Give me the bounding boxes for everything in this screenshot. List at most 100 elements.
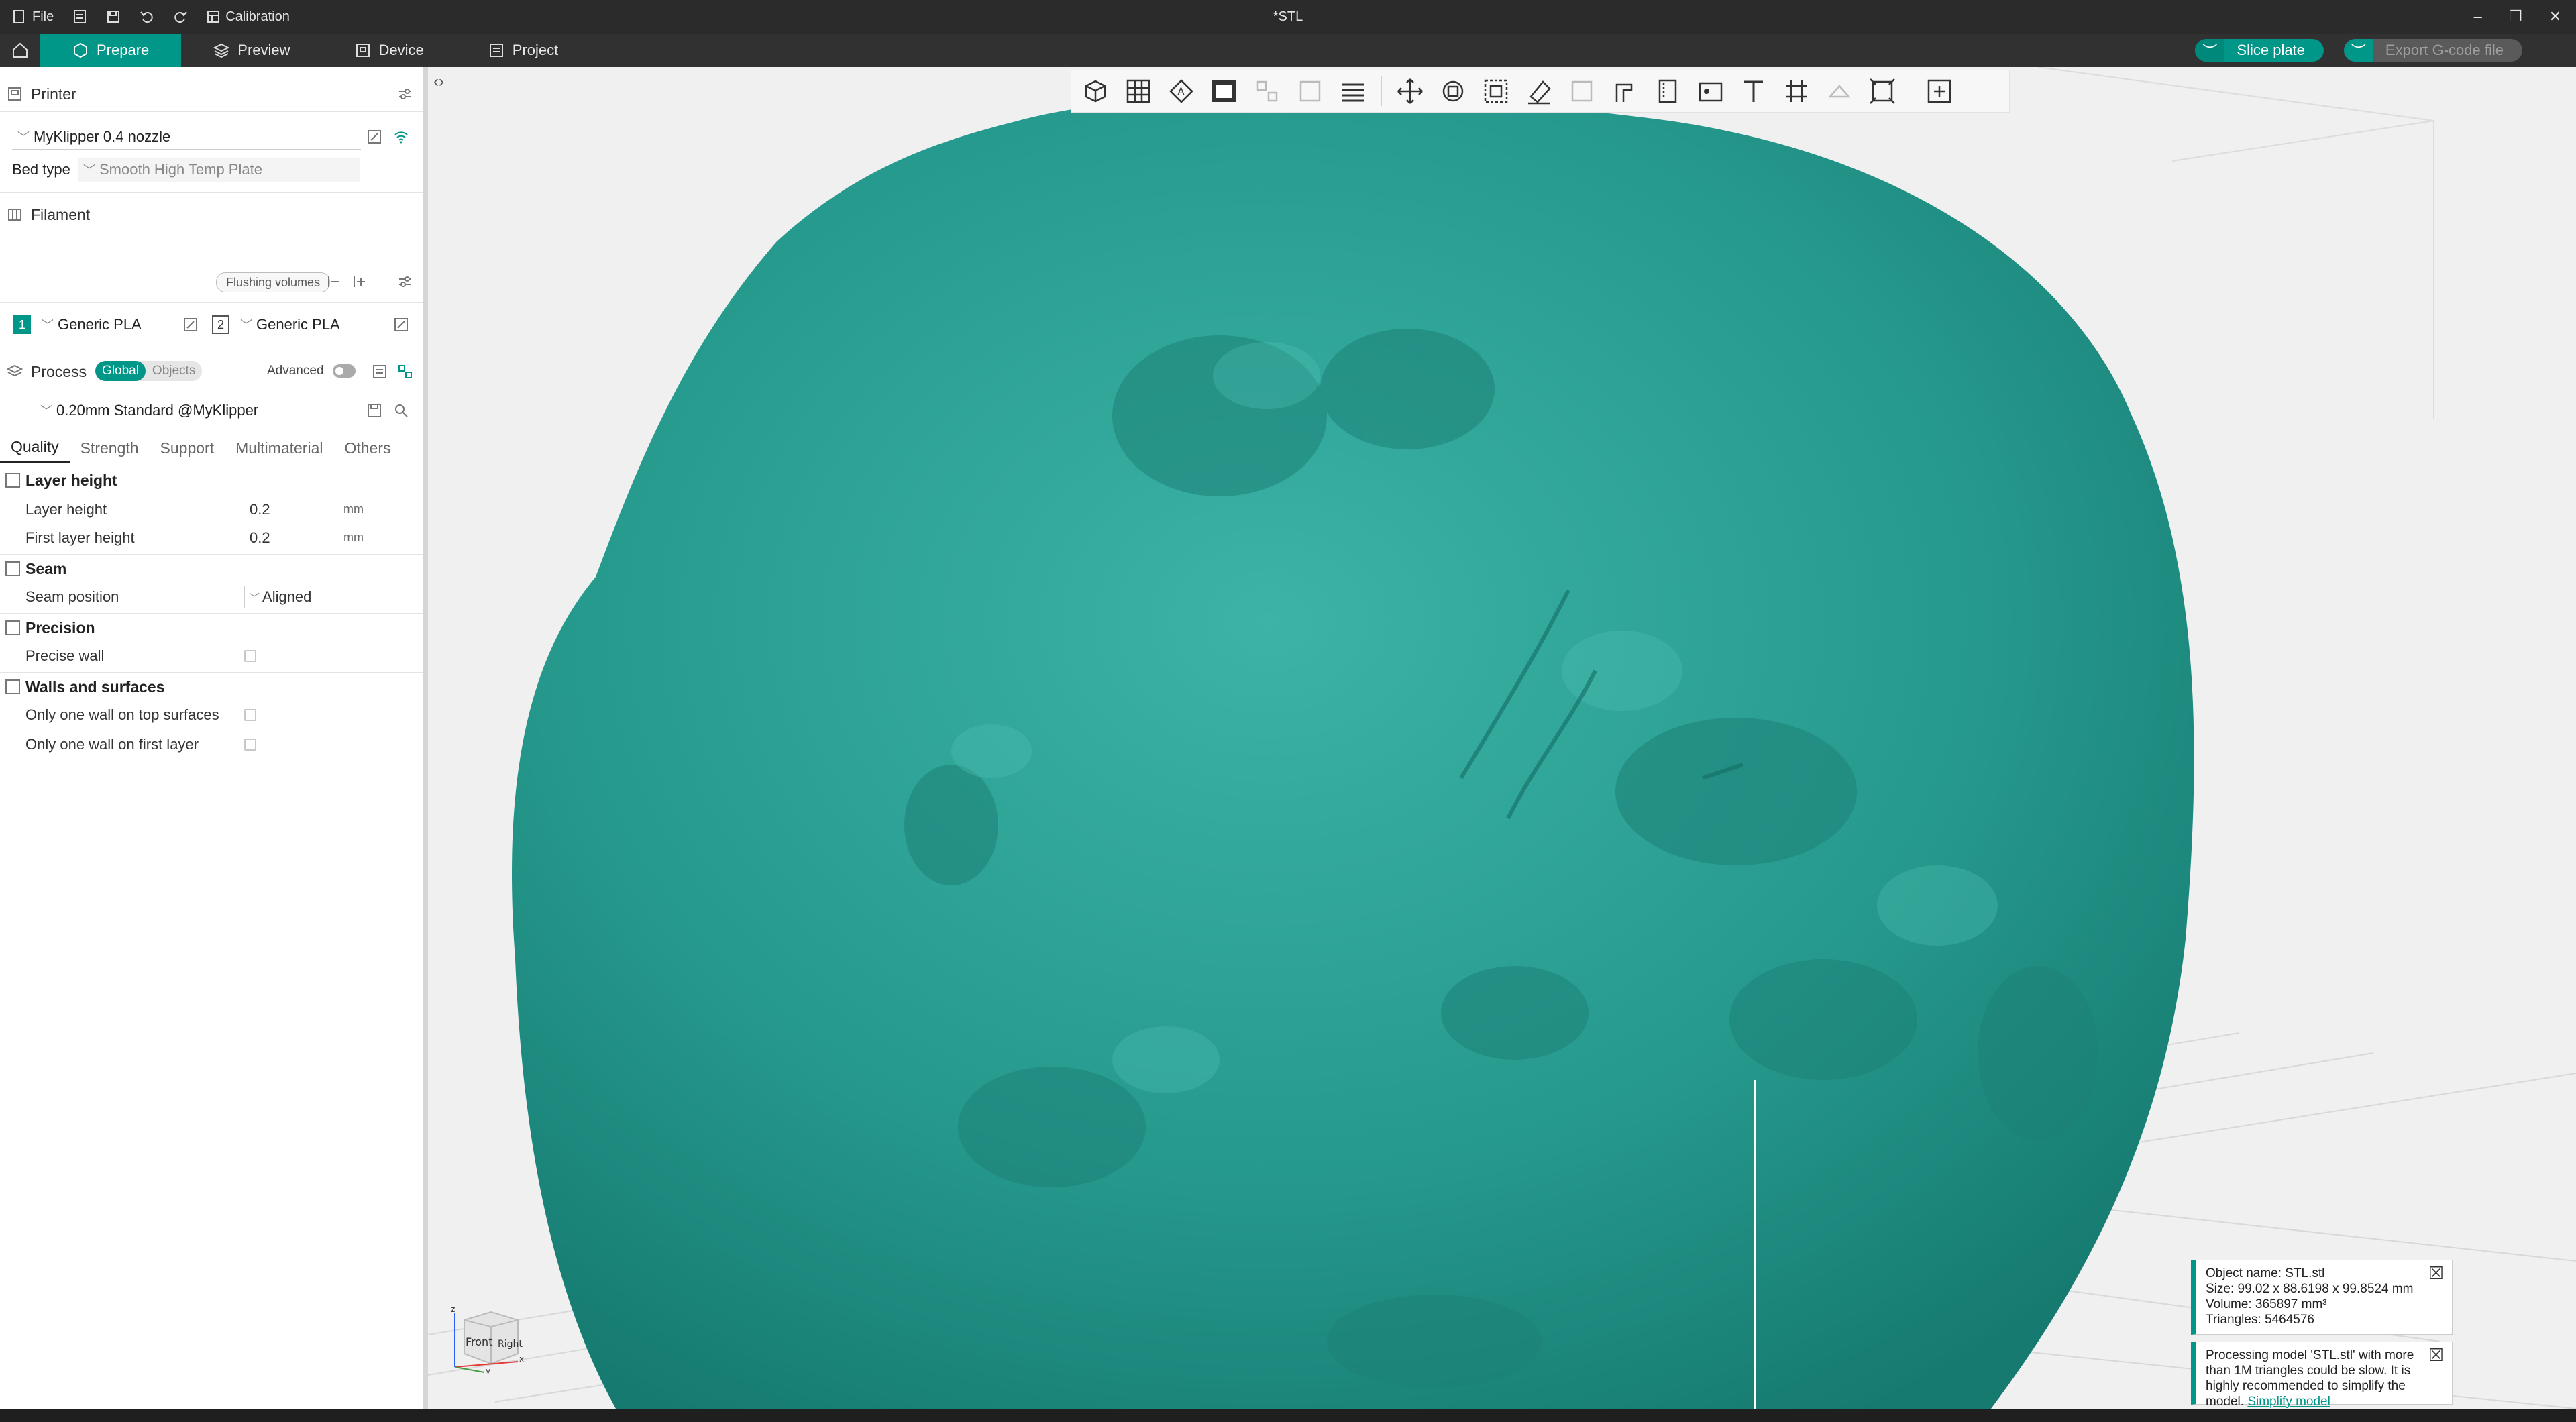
process-scope-toggle[interactable]: Global Objects bbox=[95, 361, 203, 381]
filament-slot-1-badge[interactable]: 1 bbox=[13, 315, 31, 334]
color-paint-icon[interactable] bbox=[1696, 76, 1725, 106]
layer-height-value: 0.2 bbox=[250, 500, 270, 518]
collapse-sidebar-icon[interactable]: ‹› bbox=[433, 72, 453, 93]
seam-position-row: Seam position ﹀ Aligned bbox=[25, 584, 401, 610]
filament-slot-1-select[interactable]: ﹀ Generic PLA bbox=[36, 313, 176, 337]
filament-slot-2-badge[interactable]: 2 bbox=[212, 315, 229, 334]
home-button[interactable] bbox=[0, 34, 40, 67]
export-dropdown-icon[interactable]: ︶ bbox=[2343, 39, 2373, 62]
remove-filament-icon[interactable] bbox=[326, 274, 342, 290]
add-filament-icon[interactable] bbox=[352, 274, 368, 290]
printer-icon bbox=[8, 87, 21, 101]
seam-position-select[interactable]: ﹀ Aligned bbox=[244, 586, 366, 608]
move-icon[interactable] bbox=[1395, 76, 1425, 106]
printer-settings-icon[interactable] bbox=[397, 86, 413, 102]
layer-height-group: Layer height bbox=[0, 467, 117, 494]
slice-plate-button[interactable]: ︶ Slice plate bbox=[2195, 39, 2324, 62]
object-name-text: Object name: STL.stl bbox=[2206, 1266, 2325, 1280]
restore-icon[interactable]: ❐ bbox=[2509, 8, 2522, 25]
new-file-icon[interactable] bbox=[72, 9, 87, 24]
text-icon[interactable] bbox=[1739, 76, 1768, 106]
minimize-icon[interactable]: – bbox=[2474, 8, 2482, 25]
filament-slot-2-select[interactable]: ﹀ Generic PLA bbox=[235, 313, 388, 337]
save-icon[interactable] bbox=[106, 9, 121, 24]
global-option[interactable]: Global bbox=[95, 361, 146, 381]
scale-icon[interactable] bbox=[1481, 76, 1511, 106]
search-icon[interactable] bbox=[393, 402, 409, 419]
tab-device[interactable]: Device bbox=[323, 34, 456, 67]
tab-multimaterial[interactable]: Multimaterial bbox=[225, 435, 333, 461]
one-wall-top-checkbox[interactable] bbox=[244, 709, 256, 721]
tab-others[interactable]: Others bbox=[333, 435, 401, 461]
precision-icon bbox=[5, 620, 20, 635]
process-profile-select[interactable]: ﹀ 0.20mm Standard @MyKlipper bbox=[35, 398, 357, 423]
support-paint-icon[interactable] bbox=[1610, 76, 1640, 106]
process-compare-icon[interactable] bbox=[397, 364, 413, 380]
3d-toolbar: A bbox=[1071, 70, 2010, 113]
split-parts-icon[interactable] bbox=[1295, 76, 1325, 106]
layer-height-unit: mm bbox=[343, 502, 364, 516]
wifi-icon[interactable] bbox=[393, 129, 409, 145]
printer-select[interactable]: ﹀ MyKlipper 0.4 nozzle bbox=[12, 125, 361, 150]
tab-support[interactable]: Support bbox=[150, 435, 225, 461]
save-profile-icon[interactable] bbox=[366, 402, 382, 419]
process-list-icon[interactable] bbox=[372, 364, 388, 380]
first-layer-height-input[interactable]: 0.2 mm bbox=[247, 527, 368, 549]
rotate-icon[interactable] bbox=[1438, 76, 1468, 106]
precise-wall-checkbox[interactable] bbox=[244, 650, 256, 662]
bed-type-select[interactable]: ﹀ Smooth High Temp Plate bbox=[78, 158, 360, 182]
fit-view-icon[interactable] bbox=[1868, 76, 1897, 106]
view-options-icon[interactable] bbox=[1925, 76, 1954, 106]
arrange-grid-icon[interactable] bbox=[1124, 76, 1153, 106]
edit-filament-1-icon[interactable] bbox=[182, 317, 199, 333]
tab-prepare-label: Prepare bbox=[97, 42, 150, 58]
tab-preview[interactable]: Preview bbox=[181, 34, 322, 67]
layer-height-input[interactable]: 0.2 mm bbox=[247, 499, 368, 521]
split-objects-icon[interactable] bbox=[1252, 76, 1282, 106]
home-icon bbox=[13, 42, 28, 58]
first-layer-height-value: 0.2 bbox=[250, 529, 270, 546]
calibration-menu[interactable]: Calibration bbox=[207, 9, 290, 25]
stl-model bbox=[512, 95, 2194, 1409]
close-window-icon[interactable]: ✕ bbox=[2549, 8, 2561, 25]
redo-icon[interactable] bbox=[173, 9, 188, 24]
tab-quality[interactable]: Quality bbox=[0, 434, 70, 463]
advanced-label: Advanced bbox=[267, 364, 324, 378]
chevron-down-icon: ﹀ bbox=[83, 164, 95, 177]
objects-option[interactable]: Objects bbox=[146, 364, 202, 378]
export-gcode-button[interactable]: ︶ Export G-code file bbox=[2343, 39, 2522, 62]
layers-icon[interactable] bbox=[1338, 76, 1368, 106]
lay-on-face-icon[interactable] bbox=[1524, 76, 1554, 106]
slice-plate-label: Slice plate bbox=[2237, 42, 2305, 58]
add-object-icon[interactable] bbox=[1081, 76, 1110, 106]
advanced-toggle[interactable] bbox=[333, 364, 356, 378]
seam-paint-icon[interactable] bbox=[1653, 76, 1682, 106]
cut-icon[interactable] bbox=[1567, 76, 1597, 106]
filament-settings-icon[interactable] bbox=[397, 274, 413, 290]
auto-orient-icon[interactable]: A bbox=[1167, 76, 1196, 106]
3d-viewport[interactable]: ‹› A Object name: STL.stl Size: 99.02 x … bbox=[428, 67, 2576, 1409]
one-wall-first-row: Only one wall on first layer bbox=[25, 731, 401, 758]
tab-project-label: Project bbox=[512, 42, 559, 58]
scene-canvas[interactable] bbox=[428, 67, 2576, 1409]
measure-icon[interactable] bbox=[1782, 76, 1811, 106]
simplify-model-link[interactable]: Simplify model bbox=[2247, 1394, 2330, 1409]
slice-dropdown-icon[interactable]: ︶ bbox=[2195, 39, 2225, 62]
axis-y-label: y bbox=[486, 1366, 490, 1374]
tab-project[interactable]: Project bbox=[456, 34, 590, 67]
layer-height-label: Layer height bbox=[25, 501, 107, 518]
file-menu[interactable]: File bbox=[12, 9, 54, 25]
close-warning-icon[interactable]: ☒ bbox=[2428, 1346, 2444, 1364]
one-wall-first-checkbox[interactable] bbox=[244, 739, 256, 751]
flushing-volumes-button[interactable]: Flushing volumes bbox=[216, 272, 331, 292]
view-orientation-cube[interactable]: Front Right z x y bbox=[444, 1300, 538, 1374]
tab-strength[interactable]: Strength bbox=[70, 435, 150, 461]
plate-icon[interactable] bbox=[1210, 76, 1239, 106]
tab-prepare[interactable]: Prepare bbox=[40, 34, 182, 67]
edit-printer-icon[interactable] bbox=[366, 129, 382, 145]
undo-icon[interactable] bbox=[140, 9, 154, 24]
close-info-icon[interactable]: ☒ bbox=[2428, 1264, 2444, 1282]
edit-filament-2-icon[interactable] bbox=[393, 317, 409, 333]
assembly-icon[interactable] bbox=[1825, 76, 1854, 106]
chevron-down-icon: ﹀ bbox=[17, 131, 30, 144]
